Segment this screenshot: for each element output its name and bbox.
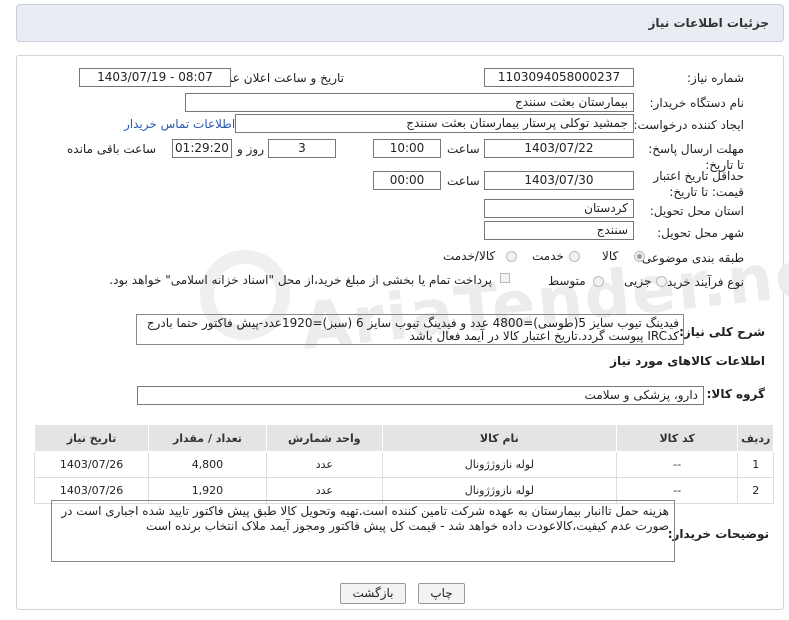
- remaining-label: ساعت باقی مانده: [67, 142, 157, 156]
- process-medium-label: متوسط: [548, 274, 586, 288]
- validity-time-field: 00:00: [373, 171, 441, 190]
- category-both-radio[interactable]: [506, 251, 517, 262]
- table-row: 1 -- لوله نازوژژونال عدد 4,800 1403/07/2…: [33, 451, 774, 478]
- validity-hour-label: ساعت: [447, 174, 480, 188]
- days-label: روز و: [237, 142, 264, 156]
- need-number-label: شماره نیاز:: [687, 71, 744, 85]
- deadline-time-field: 10:00: [373, 139, 441, 158]
- goods-table: ردیف کد کالا نام کالا واحد شمارش تعداد /…: [33, 424, 774, 504]
- city-label: شهر محل تحویل:: [657, 226, 744, 240]
- validity-date-field: 1403/07/30: [484, 171, 634, 190]
- print-button[interactable]: چاپ: [418, 583, 465, 604]
- process-partial-radio[interactable]: [656, 276, 667, 287]
- cell-date: 1403/07/26: [33, 451, 150, 478]
- province-label: استان محل تحویل:: [649, 204, 744, 218]
- category-service-radio[interactable]: [569, 251, 580, 262]
- goods-group-label: گروه کالا:: [706, 387, 765, 401]
- buyer-notes-label: توضیحات خریدار:: [667, 527, 769, 541]
- description-textarea[interactable]: فیدینگ تیوب سایز 5(طوسی)=4800 عدد و فیدی…: [136, 314, 684, 345]
- cell-name: لوله نازوژژونال: [381, 451, 617, 478]
- cell-unit: عدد: [265, 451, 383, 478]
- validity-label: حداقل تاریخ اعتبار قیمت: تا تاریخ:: [653, 169, 744, 199]
- page-title: جزئیات اطلاعات نیاز: [648, 16, 769, 30]
- process-partial-label: جزیی: [624, 274, 652, 288]
- deadline-date-field: 1403/07/22: [484, 139, 634, 158]
- treasury-checkbox[interactable]: [500, 273, 510, 283]
- col-qty-header: تعداد / مقدار: [148, 424, 267, 452]
- buyer-org-field: بیمارستان بعثت سنندج: [185, 93, 634, 112]
- creator-label: ایجاد کننده درخواست:: [633, 118, 744, 132]
- cell-qty: 4,800: [148, 451, 267, 478]
- page-header: جزئیات اطلاعات نیاز: [16, 4, 784, 42]
- col-row-header: ردیف: [737, 424, 774, 452]
- category-goods-radio[interactable]: [634, 251, 645, 262]
- category-service-label: خدمت: [532, 249, 564, 263]
- city-field: سنندج: [484, 221, 634, 240]
- category-goods-label: کالا: [602, 249, 619, 263]
- need-number-field: 1103094058000237: [484, 68, 634, 87]
- col-date-header: تاریخ نیاز: [33, 424, 150, 452]
- goods-section-title: اطلاعات کالاهای مورد نیاز: [610, 354, 765, 368]
- days-field: 3: [268, 139, 336, 158]
- announce-field: 1403/07/19 - 08:07: [79, 68, 231, 87]
- contact-buyer-link[interactable]: اطلاعات تماس خریدار: [124, 117, 235, 131]
- category-both-label: کالا/خدمت: [443, 249, 496, 263]
- process-medium-radio[interactable]: [593, 276, 604, 287]
- cell-row: 2: [737, 477, 774, 504]
- col-name-header: نام کالا: [381, 424, 617, 452]
- buyer-notes-textarea[interactable]: هزینه حمل تاانبار بیمارستان به عهده شرکت…: [51, 500, 675, 562]
- buyer-org-label: نام دستگاه خریدار:: [649, 96, 745, 110]
- creator-field: جمشید توکلی پرستار بیمارستان بعثت سنندج: [235, 114, 634, 133]
- cell-code: --: [615, 451, 739, 478]
- col-code-header: کد کالا: [615, 424, 739, 452]
- goods-table-header: ردیف کد کالا نام کالا واحد شمارش تعداد /…: [33, 424, 774, 452]
- province-field: کردستان: [484, 199, 634, 218]
- goods-group-field: دارو، پزشکی و سلامت: [137, 386, 704, 405]
- back-button[interactable]: بازگشت: [340, 583, 406, 604]
- treasury-note: پرداخت تمام یا بخشی از مبلغ خرید،از محل …: [109, 273, 492, 287]
- process-label: نوع فرآیند خرید :: [659, 275, 744, 289]
- description-label: شرح کلی نیاز:: [679, 325, 765, 339]
- cell-row: 1: [737, 451, 774, 478]
- col-unit-header: واحد شمارش: [265, 424, 383, 452]
- category-label: طبقه بندی موضوعی:: [637, 251, 744, 265]
- deadline-hour-label: ساعت: [447, 142, 480, 156]
- remaining-time-field: 01:29:20: [172, 139, 232, 158]
